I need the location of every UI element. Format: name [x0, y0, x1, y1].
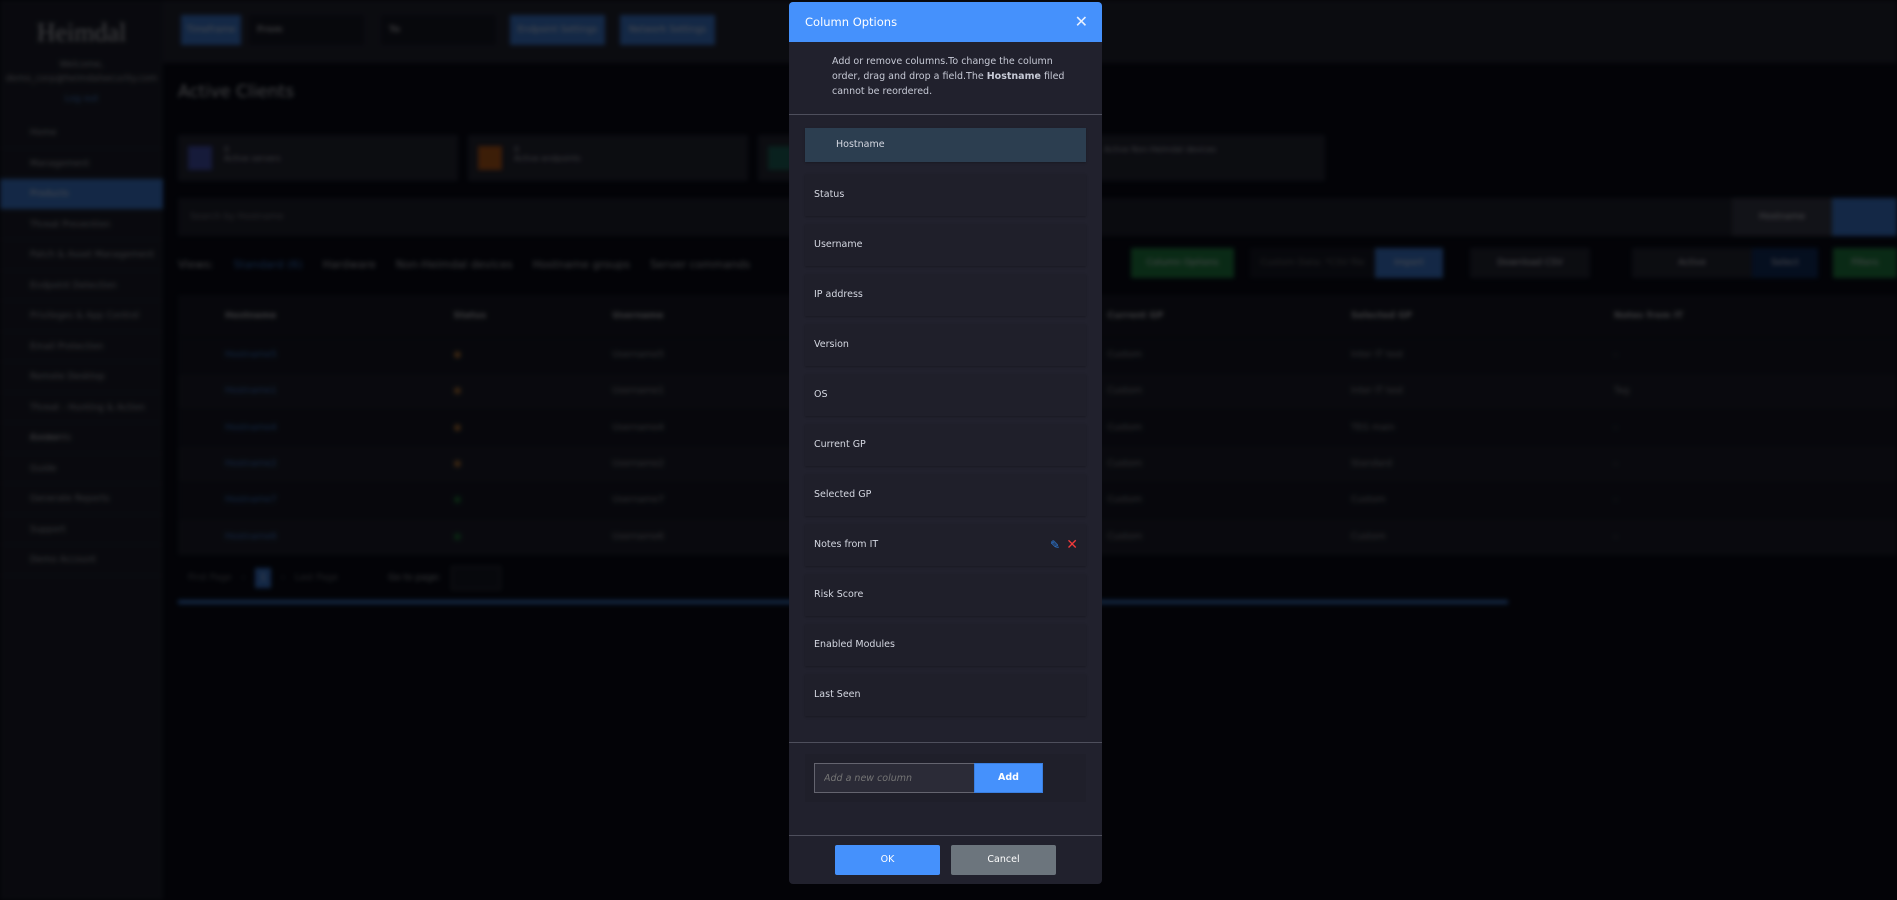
column-item[interactable]: IP address [805, 274, 1086, 316]
add-column-input[interactable] [814, 763, 974, 793]
add-column-row: Add [805, 754, 1086, 802]
column-item[interactable]: Last Seen [805, 674, 1086, 716]
pencil-icon[interactable]: ✎ [1050, 524, 1060, 566]
column-label: Risk Score [814, 589, 864, 600]
column-item[interactable]: Enabled Modules [805, 624, 1086, 666]
column-label: OS [814, 389, 828, 400]
column-label: Selected GP [814, 489, 872, 500]
dialog-description: Add or remove columns.To change the colu… [789, 42, 1102, 114]
ok-button[interactable]: OK [835, 845, 940, 875]
column-label: Username [814, 239, 863, 250]
column-label: Current GP [814, 439, 866, 450]
cancel-button[interactable]: Cancel [951, 845, 1056, 875]
column-item[interactable]: Status [805, 174, 1086, 216]
divider [789, 835, 1102, 836]
column-label: Notes from IT [814, 539, 879, 550]
column-label: Version [814, 339, 849, 350]
add-column-button[interactable]: Add [974, 763, 1043, 793]
column-item[interactable]: Current GP [805, 424, 1086, 466]
column-item[interactable]: Risk Score [805, 574, 1086, 616]
column-label: Status [814, 189, 845, 200]
close-icon[interactable]: ✕ [1075, 2, 1088, 42]
dialog-title: Column Options [805, 15, 898, 29]
column-options-dialog: Column Options ✕ Add or remove columns.T… [789, 2, 1102, 884]
dialog-header: Column Options ✕ [789, 2, 1102, 42]
divider [789, 742, 1102, 743]
column-item[interactable]: OS [805, 374, 1086, 416]
delete-icon[interactable]: ✕ [1066, 524, 1078, 566]
column-label: Last Seen [814, 689, 861, 700]
column-item[interactable]: Username [805, 224, 1086, 266]
desc-bold: Hostname [986, 71, 1041, 82]
column-label: Enabled Modules [814, 639, 895, 650]
column-label: IP address [814, 289, 863, 300]
column-item[interactable]: Selected GP [805, 474, 1086, 516]
column-list: Hostname Status Username IP address Version… [789, 115, 1102, 742]
column-item[interactable]: Notes from IT ✎ ✕ [805, 524, 1086, 566]
column-item-hostname: Hostname [805, 128, 1086, 162]
column-item[interactable]: Version [805, 324, 1086, 366]
